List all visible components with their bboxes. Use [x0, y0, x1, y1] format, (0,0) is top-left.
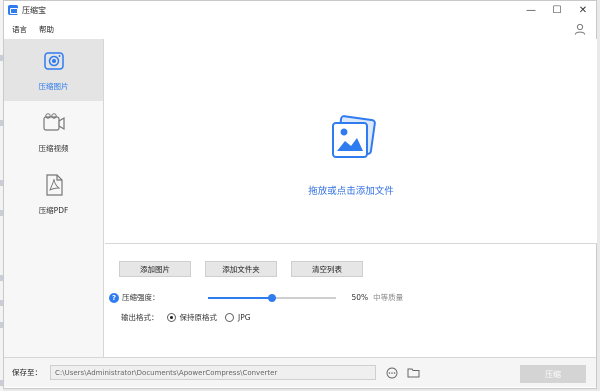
user-icon[interactable] — [574, 23, 586, 35]
slider-thumb[interactable] — [267, 293, 276, 302]
sidebar-item-compress-video[interactable]: 压缩视频 — [4, 101, 103, 163]
sidebar-item-compress-image[interactable]: 压缩图片 — [4, 39, 103, 101]
video-icon — [42, 113, 65, 131]
folder-icon[interactable] — [407, 366, 420, 379]
add-folder-button[interactable]: 添加文件夹 — [205, 261, 277, 277]
bottom-bar: 保存至： C:\Users\Administrator\Documents\Ap… — [4, 357, 596, 387]
radio-keep-format-label[interactable]: 保持原格式 — [180, 312, 218, 323]
compression-row: ? 压缩强度： 50% 中等质量 — [109, 292, 403, 303]
slider-fill — [207, 296, 272, 299]
clear-list-button[interactable]: 清空列表 — [291, 261, 363, 277]
save-to-label: 保存至： — [12, 368, 42, 377]
app-logo-icon — [8, 5, 18, 15]
window-title: 压缩宝 — [22, 5, 46, 15]
radio-jpg-label[interactable]: JPG — [238, 313, 251, 322]
radio-keep-format[interactable] — [166, 313, 176, 322]
help-icon[interactable]: ? — [109, 292, 119, 303]
output-format-label: 输出格式： — [121, 313, 159, 322]
file-drop-zone[interactable]: 拖放或点击添加文件 — [105, 39, 597, 244]
sidebar: 压缩图片 压缩视频 压缩PDF — [4, 39, 104, 357]
close-button[interactable]: ✕ — [570, 1, 596, 19]
compression-slider[interactable] — [207, 293, 336, 303]
radio-jpg[interactable] — [225, 313, 234, 322]
quality-text: 中等质量 — [373, 293, 404, 302]
sidebar-item-label: 压缩图片 — [38, 82, 69, 91]
compression-label: 压缩强度： — [122, 293, 160, 302]
compress-button[interactable]: 压缩 — [520, 365, 586, 383]
title-bar: 压缩宝 — ☐ ✕ — [4, 1, 596, 19]
add-image-button[interactable]: 添加图片 — [119, 261, 191, 277]
app-window: 压缩宝 — ☐ ✕ 语言 帮助 压缩图片 压缩视频 压缩PDF 拖放或点击添加文… — [3, 0, 597, 389]
pdf-icon — [45, 174, 63, 196]
sidebar-item-label: 压缩PDF — [38, 206, 69, 215]
image-stack-icon — [332, 115, 376, 158]
minimize-button[interactable]: — — [518, 1, 544, 19]
maximize-button[interactable]: ☐ — [544, 1, 570, 19]
menu-language[interactable]: 语言 — [12, 24, 27, 35]
output-format-row: 输出格式： 保持原格式 JPG — [121, 312, 251, 323]
sidebar-item-compress-pdf[interactable]: 压缩PDF — [4, 163, 103, 225]
drop-zone-text: 拖放或点击添加文件 — [308, 186, 394, 197]
menu-bar: 语言 帮助 — [4, 20, 596, 38]
more-options-icon[interactable] — [385, 366, 398, 379]
menu-help[interactable]: 帮助 — [39, 24, 54, 35]
sidebar-item-label: 压缩视频 — [38, 144, 69, 153]
compression-value: 50% — [351, 293, 369, 302]
camera-icon — [43, 52, 64, 70]
save-path-field[interactable]: C:\Users\Administrator\Documents\ApowerC… — [50, 365, 376, 380]
